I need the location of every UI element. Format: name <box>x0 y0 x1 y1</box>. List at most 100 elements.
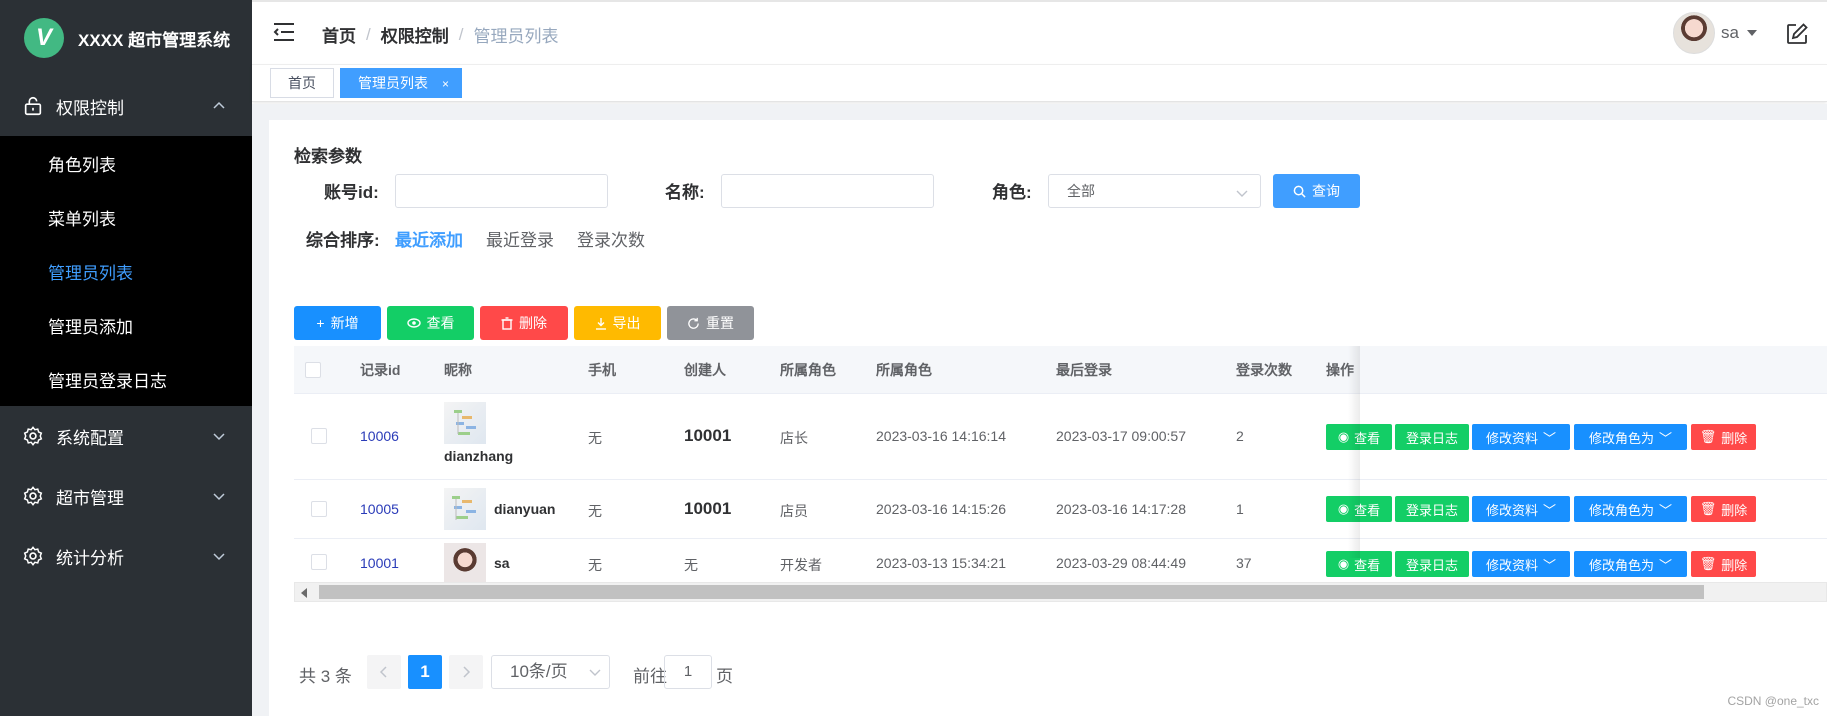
tag-home[interactable]: 首页 <box>270 68 334 98</box>
row-delete-button[interactable]: 🗑 删除 <box>1691 496 1756 522</box>
sort-login-count[interactable]: 登录次数 <box>577 226 645 251</box>
prev-page-button[interactable] <box>367 655 401 689</box>
query-button[interactable]: 查询 <box>1273 174 1360 208</box>
sidebar-item-role-list[interactable]: 角色列表 <box>0 136 252 190</box>
sidebar-item-admin-login-log[interactable]: 管理员登录日志 <box>0 352 252 406</box>
main-area: 检索参数 账号id: 名称: 角色: 全部 查询 综合排序: 最近添加 最近登录… <box>252 104 1827 716</box>
record-id[interactable]: 10001 <box>360 555 399 571</box>
sidebar-group-permissions[interactable]: 权限控制 <box>0 76 252 136</box>
sidebar-item-menu-list[interactable]: 菜单列表 <box>0 190 252 244</box>
tags-view: 首页 管理员列表 × <box>252 64 1827 102</box>
sidebar-item-admin-add[interactable]: 管理员添加 <box>0 298 252 352</box>
row-login-log-button[interactable]: 登录日志 <box>1395 496 1469 522</box>
breadcrumb-home[interactable]: 首页 <box>322 22 356 47</box>
scrollbar-thumb[interactable] <box>319 585 1704 599</box>
add-button[interactable]: + 新增 <box>294 306 381 340</box>
caret-down-icon[interactable] <box>1747 30 1757 36</box>
sidebar-group-statistics[interactable]: 统计分析 <box>0 526 252 586</box>
trash-icon <box>501 316 513 330</box>
breadcrumb: 首页 / 权限控制 / 管理员列表 <box>322 22 558 47</box>
row-change-role-dropdown[interactable]: 修改角色为 ﹀ <box>1574 551 1687 577</box>
user-phone: 无 <box>588 430 602 446</box>
col-last-login[interactable]: 最后登录 <box>1056 360 1112 380</box>
user-created: 2023-03-16 14:15:26 <box>876 501 1006 517</box>
row-checkbox[interactable] <box>311 428 327 444</box>
col-record-id[interactable]: 记录id <box>360 360 400 380</box>
col-nickname[interactable]: 昵称 <box>444 360 472 380</box>
table-row: 10005 dianyuan 无 10001 店员 2023-03-16 14:… <box>294 480 1827 539</box>
delete-button[interactable]: 删除 <box>480 306 568 340</box>
breadcrumb-current: 管理员列表 <box>473 27 559 46</box>
row-edit-dropdown[interactable]: 修改资料 ﹀ <box>1472 424 1570 450</box>
sidebar-item-admin-list[interactable]: 管理员列表 <box>0 244 252 298</box>
reset-button-label: 重置 <box>706 315 734 331</box>
view-button[interactable]: 查看 <box>387 306 474 340</box>
trash-icon: 🗑 <box>1699 501 1717 516</box>
breadcrumb-permissions[interactable]: 权限控制 <box>381 22 449 47</box>
gear-icon <box>22 545 44 567</box>
scroll-left-icon[interactable] <box>301 588 307 598</box>
goto-page-input[interactable]: 1 <box>664 655 712 689</box>
chevron-up-icon <box>213 101 225 109</box>
user-menu[interactable]: sa <box>1673 12 1757 54</box>
user-nickname: sa <box>494 555 510 571</box>
col-creator[interactable]: 创建人 <box>684 360 726 380</box>
role-select[interactable]: 全部 <box>1048 174 1261 208</box>
app-logo: V XXXX 超市管理系统 <box>0 0 252 76</box>
row-role-label: 修改角色为 <box>1588 502 1654 518</box>
avatar[interactable] <box>1673 12 1716 54</box>
trash-icon: 🗑 <box>1699 556 1717 571</box>
sort-recent-login[interactable]: 最近登录 <box>486 226 554 251</box>
breadcrumb-separator: / <box>458 24 464 44</box>
sidebar-submenu: 角色列表 菜单列表 管理员列表 管理员添加 管理员登录日志 <box>0 136 252 406</box>
row-checkbox[interactable] <box>311 501 327 517</box>
chevron-down-icon: ﹀ <box>1543 502 1557 518</box>
edit-icon[interactable] <box>1785 22 1809 46</box>
record-id[interactable]: 10006 <box>360 428 399 444</box>
close-icon[interactable]: × <box>442 77 449 91</box>
search-title: 检索参数 <box>294 147 362 166</box>
page-number-current[interactable]: 1 <box>408 655 442 689</box>
pager-total: 共 3 条 <box>299 667 352 686</box>
user-role: 店员 <box>780 503 808 519</box>
export-button[interactable]: 导出 <box>574 306 661 340</box>
fixed-column-shadow <box>1348 346 1360 558</box>
col-role[interactable]: 所属角色 <box>780 360 836 380</box>
row-edit-label: 修改资料 <box>1485 502 1538 518</box>
sidebar-group-market[interactable]: 超市管理 <box>0 466 252 526</box>
account-id-input[interactable] <box>395 174 608 208</box>
row-change-role-dropdown[interactable]: 修改角色为 ﹀ <box>1574 496 1687 522</box>
tag-admin-list[interactable]: 管理员列表 × <box>340 68 463 98</box>
admin-table: 记录id 昵称 手机 创建人 所属角色 所属角色 最后登录 登录次数 操作 10… <box>294 346 1827 585</box>
row-delete-button[interactable]: 🗑 删除 <box>1691 424 1756 450</box>
page-size-select[interactable]: 10条/页 <box>491 655 610 689</box>
user-name[interactable]: sa <box>1721 23 1739 43</box>
user-last-login: 2023-03-16 14:17:28 <box>1056 501 1186 517</box>
chevron-down-icon <box>213 553 225 561</box>
row-delete-button[interactable]: 🗑 删除 <box>1691 551 1756 577</box>
row-login-log-button[interactable]: 登录日志 <box>1395 424 1469 450</box>
horizontal-scrollbar[interactable] <box>294 582 1827 602</box>
record-id[interactable]: 10005 <box>360 501 399 517</box>
name-input[interactable] <box>721 174 934 208</box>
row-edit-dropdown[interactable]: 修改资料 ﹀ <box>1472 496 1570 522</box>
sort-recent-added[interactable]: 最近添加 <box>395 226 463 251</box>
user-created: 2023-03-13 15:34:21 <box>876 555 1006 571</box>
table-header: 记录id 昵称 手机 创建人 所属角色 所属角色 最后登录 登录次数 操作 <box>294 346 1827 394</box>
col-created-time[interactable]: 所属角色 <box>876 360 932 380</box>
col-login-count[interactable]: 登录次数 <box>1236 360 1292 380</box>
row-checkbox[interactable] <box>311 554 327 570</box>
row-login-log-button[interactable]: 登录日志 <box>1395 551 1469 577</box>
row-role-label: 修改角色为 <box>1588 430 1654 446</box>
col-phone[interactable]: 手机 <box>588 360 616 380</box>
row-edit-dropdown[interactable]: 修改资料 ﹀ <box>1472 551 1570 577</box>
row-change-role-dropdown[interactable]: 修改角色为 ﹀ <box>1574 424 1687 450</box>
sidebar-group-label: 统计分析 <box>56 548 124 568</box>
next-page-button[interactable] <box>449 655 483 689</box>
sidebar-group-system-config[interactable]: 系统配置 <box>0 406 252 466</box>
menu-toggle-icon[interactable] <box>272 21 296 43</box>
chevron-right-icon <box>463 666 471 678</box>
reset-button[interactable]: 重置 <box>667 306 754 340</box>
sidebar-group-label: 超市管理 <box>56 488 124 508</box>
select-all-checkbox[interactable] <box>305 362 321 378</box>
